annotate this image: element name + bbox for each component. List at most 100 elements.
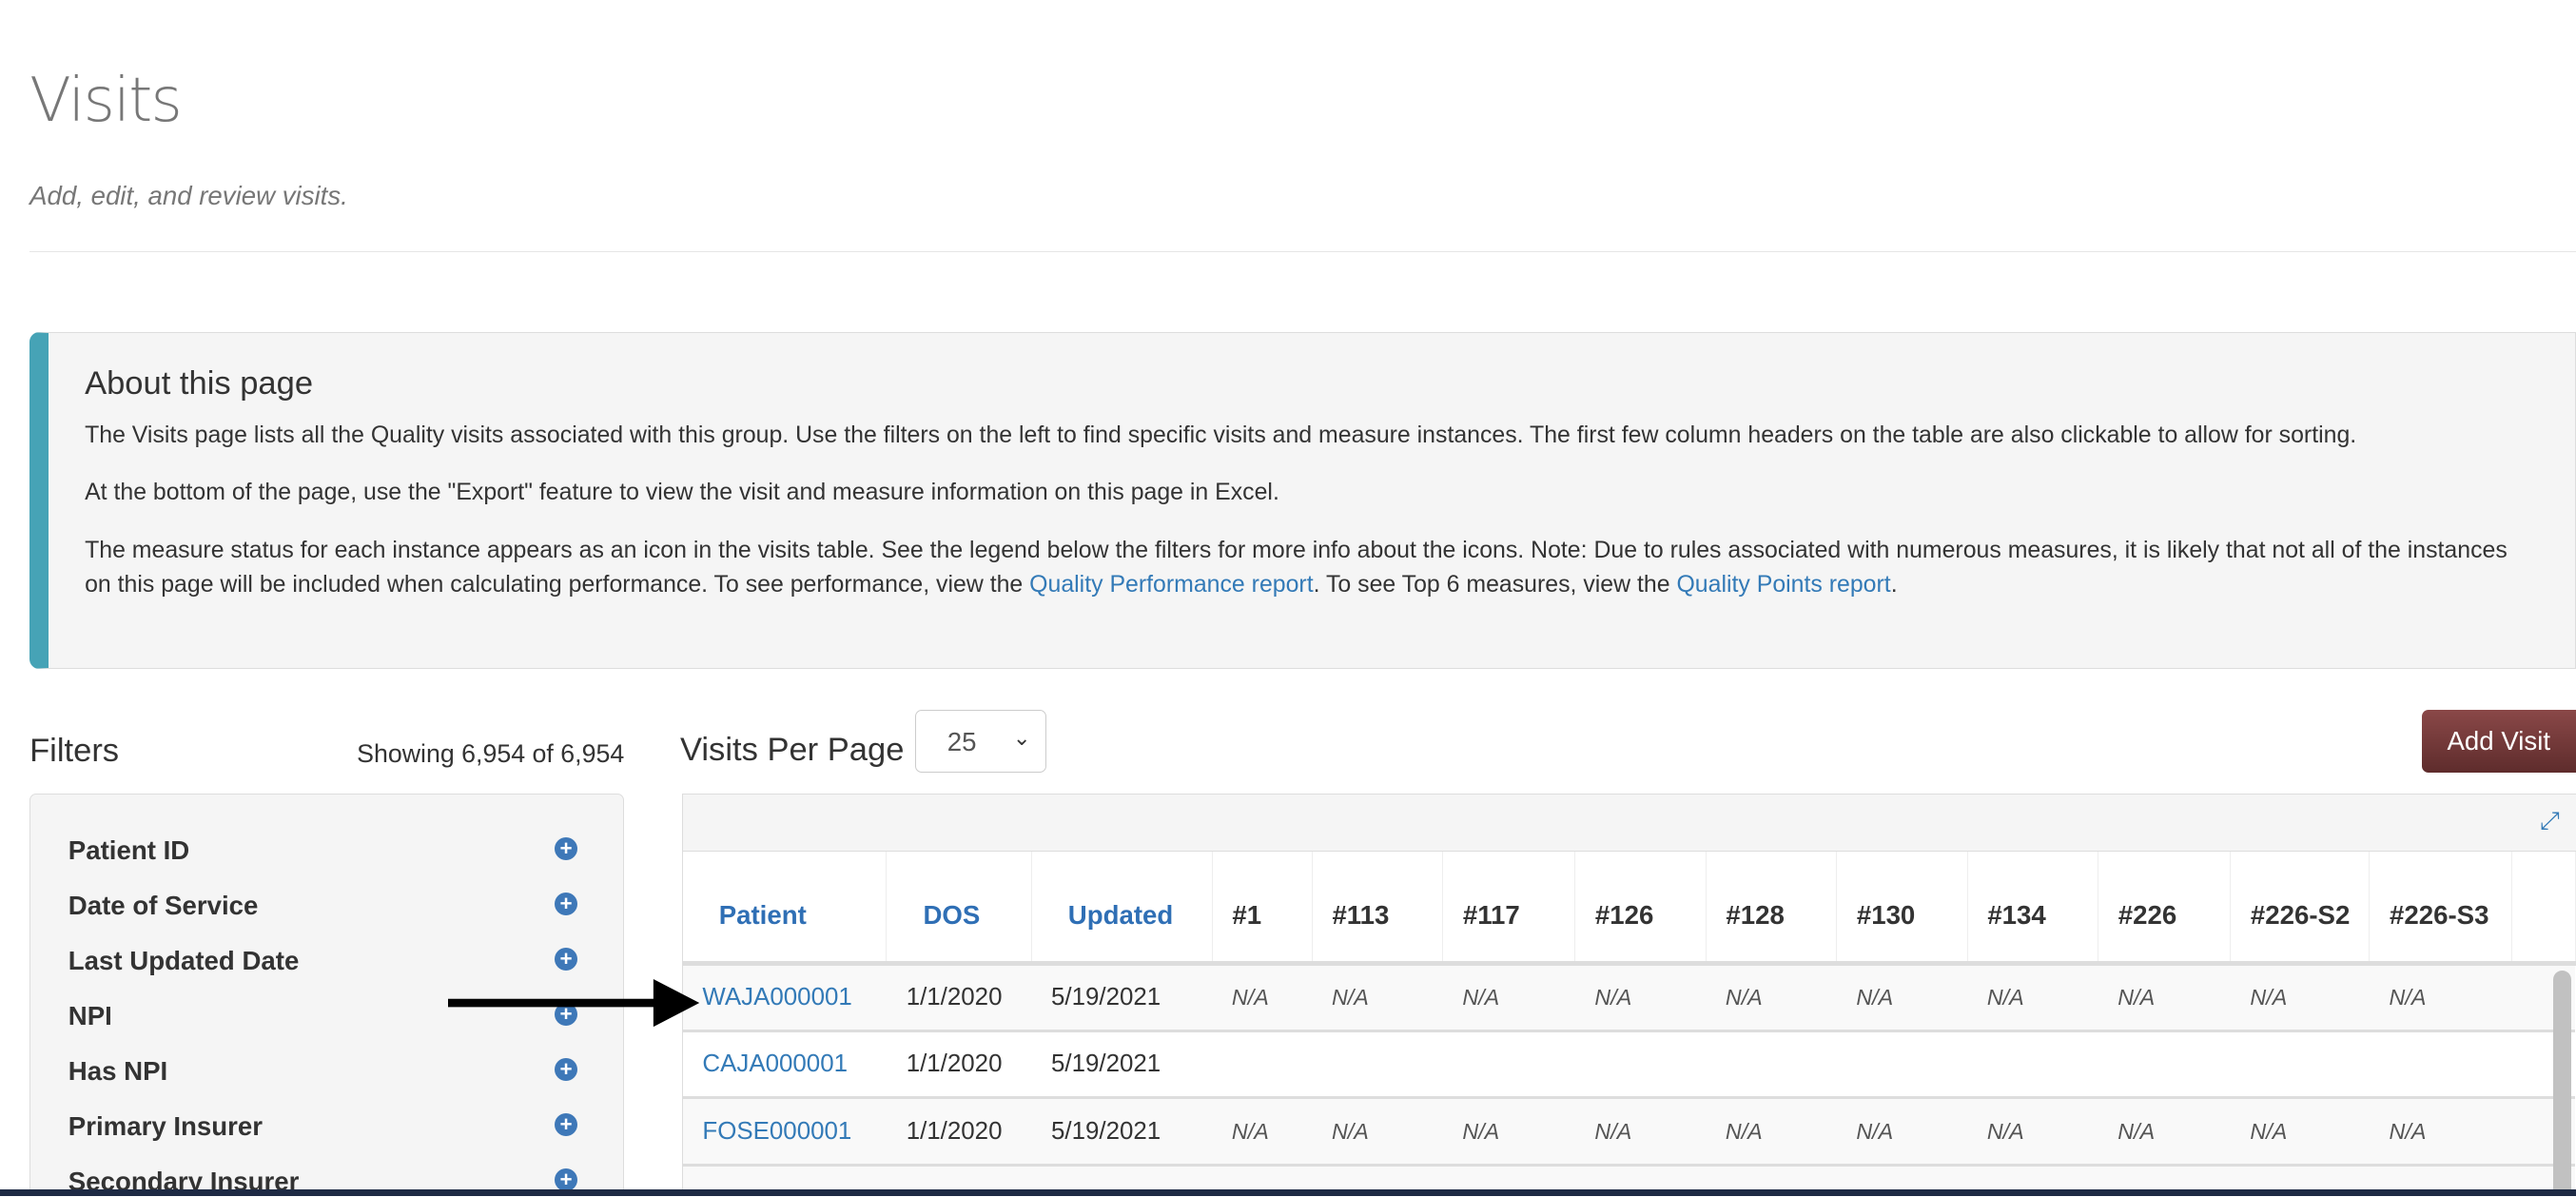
divider (29, 251, 2576, 252)
dos-cell: 1/1/2020 (886, 1030, 1032, 1100)
patient-link[interactable]: FOSE000001 (702, 1118, 851, 1145)
filter-item[interactable]: Primary Insurer + (68, 1111, 586, 1142)
chevron-down-icon: ⌄ (1012, 725, 1031, 750)
measure-cell: N/A (1212, 1097, 1313, 1168)
plus-circle-icon[interactable]: + (555, 1113, 578, 1137)
updated-cell: 5/19/2021 (1031, 1097, 1213, 1168)
showing-count: Showing 6,954 of 6,954 (357, 739, 625, 769)
bottom-bar (0, 1189, 2576, 1197)
filter-label: Primary Insurer (68, 1111, 263, 1142)
measure-cell (1574, 1030, 1707, 1100)
plus-circle-icon[interactable]: + (555, 1168, 578, 1192)
add-visit-button[interactable]: Add Visit (2421, 710, 2576, 773)
measure-cell (1442, 1030, 1575, 1100)
measure-cell: N/A (1706, 963, 1837, 1032)
measure-cell: N/A (2369, 963, 2512, 1032)
patient-link[interactable]: CAJA000001 (702, 1050, 848, 1077)
visits-table: Patient DOS Updated #1 #113 #117 #126 #128 #130 #… (682, 851, 2576, 1197)
measure-cell: N/A (1312, 963, 1443, 1032)
measure-cell: N/A (1442, 1097, 1575, 1168)
text: . To see Top 6 measures, view the (1313, 571, 1677, 598)
measure-cell: N/A (2098, 963, 2231, 1032)
table-scrollbar[interactable] (2552, 970, 2571, 1197)
about-paragraph-1: The Visits page lists all the Quality vi… (85, 421, 2357, 448)
filter-item[interactable]: Has NPI + (68, 1056, 586, 1087)
visits-per-page-select[interactable]: 25 ⌄ (914, 710, 1047, 773)
quality-points-report-link[interactable]: Quality Points report (1676, 571, 1890, 598)
measure-cell: N/A (2230, 963, 2370, 1032)
column-header: #130 (1836, 851, 1968, 966)
about-paragraph-3: The measure status for each instance app… (85, 533, 2539, 602)
column-header[interactable]: Updated (1031, 851, 1213, 966)
measure-cell: N/A (2369, 1097, 2512, 1168)
about-heading: About this page (85, 365, 314, 402)
dos-cell: 1/1/2020 (886, 1097, 1032, 1168)
column-header: #226-S3 (2369, 851, 2512, 966)
patient-link[interactable]: WAJA000001 (702, 984, 851, 1011)
about-paragraph-2: At the bottom of the page, use the "Expo… (85, 479, 1279, 506)
measure-cell: N/A (1967, 963, 2098, 1032)
measure-cell: N/A (1574, 963, 1707, 1032)
visits-table-container: ⤢ Patient DOS Updated #1 #113 #117 #126 #128 #13… (681, 794, 2576, 1197)
measure-cell (1312, 1030, 1443, 1100)
filter-item[interactable]: Date of Service + (68, 891, 586, 921)
expand-icon[interactable]: ⤢ (2540, 808, 2560, 836)
selected-value: 25 (946, 727, 977, 757)
filters-heading: Filters (29, 733, 120, 770)
table-row: FOSE000001 1/1/2020 5/19/2021 N/A N/A N/A N/A N… (682, 1097, 2576, 1168)
column-header-partial (2511, 851, 2576, 966)
about-panel: About this page The Visits page lists al… (29, 331, 2576, 669)
page-title: Visits (29, 66, 183, 137)
filter-label: Patient ID (68, 835, 190, 866)
measure-cell (1706, 1030, 1837, 1100)
measure-cell: N/A (1212, 963, 1313, 1032)
column-header[interactable]: Patient (682, 851, 888, 966)
column-header: #226-S2 (2230, 851, 2371, 966)
measure-cell (1967, 1030, 2098, 1100)
measure-cell: N/A (1836, 963, 1968, 1032)
column-header: #226 (2098, 851, 2232, 966)
plus-circle-icon[interactable]: + (555, 947, 578, 971)
plus-circle-icon[interactable]: + (555, 1058, 578, 1082)
visits-per-page-label: Visits Per Page (679, 731, 905, 768)
filter-item[interactable]: Last Updated Date + (68, 946, 586, 976)
patient-cell: WAJA000001 (682, 963, 887, 1032)
measure-cell (1836, 1030, 1968, 1100)
measure-cell (2098, 1030, 2231, 1100)
patient-cell: FOSE000001 (682, 1097, 887, 1168)
column-header[interactable]: DOS (886, 851, 1032, 966)
table-row: CAJA000001 1/1/2020 5/19/2021 (682, 1030, 2576, 1100)
measure-cell: N/A (1442, 963, 1575, 1032)
quality-performance-report-link[interactable]: Quality Performance report (1029, 571, 1313, 598)
measure-cell: N/A (2230, 1097, 2370, 1168)
filter-label: Has NPI (68, 1056, 168, 1087)
filter-label: Last Updated Date (68, 946, 300, 976)
measure-cell: N/A (1574, 1097, 1707, 1168)
page-subtitle: Add, edit, and review visits. (29, 180, 348, 210)
visits-page: Visits Add, edit, and review visits. Abo… (0, 0, 2576, 1197)
measure-cell: N/A (2098, 1097, 2231, 1168)
measure-cell (2230, 1030, 2370, 1100)
column-header: #1 (1212, 851, 1313, 966)
column-header: #134 (1967, 851, 2099, 966)
measure-cell: N/A (1706, 1097, 1837, 1168)
measure-cell: N/A (1312, 1097, 1443, 1168)
patient-cell: CAJA000001 (682, 1030, 887, 1100)
column-header: #128 (1706, 851, 1838, 966)
column-header: #117 (1442, 851, 1576, 966)
updated-cell: 5/19/2021 (1031, 1030, 1213, 1100)
plus-circle-icon[interactable]: + (555, 892, 578, 916)
filter-label: Date of Service (68, 891, 259, 921)
plus-circle-icon[interactable]: + (555, 836, 578, 861)
measure-cell (1212, 1030, 1313, 1100)
column-header: #113 (1312, 851, 1444, 966)
table-row: WAJA000001 1/1/2020 5/19/2021 N/A N/A N/A N/A N… (682, 963, 2576, 1032)
filter-label: NPI (68, 1001, 112, 1031)
arrow-right-icon (448, 979, 700, 1028)
text: . (1890, 571, 1898, 598)
measure-cell: N/A (1836, 1097, 1968, 1168)
table-toolbar: ⤢ (682, 795, 2576, 852)
updated-cell: 5/19/2021 (1031, 963, 1213, 1032)
filter-item[interactable]: Patient ID + (68, 835, 586, 866)
dos-cell: 1/1/2020 (886, 963, 1032, 1032)
